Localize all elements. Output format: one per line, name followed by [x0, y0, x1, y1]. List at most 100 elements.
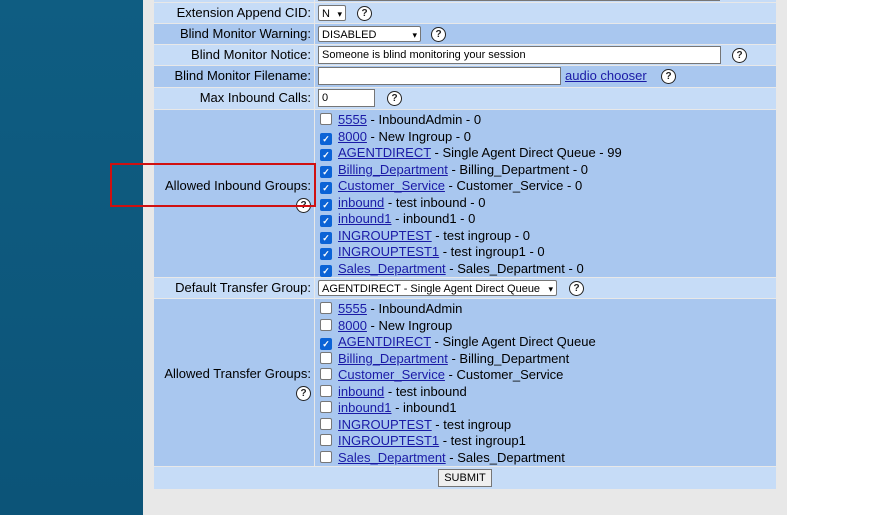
extension-append-cid-value: N	[322, 8, 330, 20]
group-description: - Billing_Department - 0	[447, 161, 589, 177]
help-icon[interactable]: ?	[357, 6, 372, 21]
group-link[interactable]: inbound1	[338, 211, 392, 226]
group-link[interactable]: Sales_Department	[338, 450, 446, 465]
group-link[interactable]: 5555	[338, 112, 367, 127]
group-item: ✓ inbound1 - inbound1 - 0	[320, 211, 475, 227]
left-background	[0, 0, 143, 515]
group-link[interactable]: Billing_Department	[338, 162, 448, 177]
group-checkbox[interactable]	[320, 384, 332, 397]
group-checkbox[interactable]: ✓	[320, 198, 332, 211]
max-inbound-calls-input[interactable]: 0	[318, 89, 375, 107]
group-item: ✓ Billing_Department - Billing_Department…	[320, 162, 588, 178]
max-inbound-calls-label: Max Inbound Calls:	[154, 88, 314, 109]
blind-monitor-warning-select[interactable]: DISABLED ▾	[318, 26, 421, 42]
group-checkbox[interactable]	[320, 417, 332, 430]
group-item: ✓ Sales_Department - Sales_Department - 0	[320, 261, 584, 277]
group-checkbox[interactable]: ✓	[320, 165, 332, 178]
group-link[interactable]: Customer_Service	[338, 367, 445, 382]
group-link[interactable]: 5555	[338, 301, 367, 316]
group-item: ✓ AGENTDIRECT - Single Agent Direct Queue	[320, 334, 596, 350]
row-blind-monitor-notice: Blind Monitor Notice: Someone is blind m…	[154, 45, 776, 65]
group-link[interactable]: 8000	[338, 318, 367, 333]
group-checkbox[interactable]: ✓	[320, 338, 332, 350]
blind-monitor-notice-input[interactable]: Someone is blind monitoring your session	[318, 46, 721, 64]
chevron-down-icon: ▾	[337, 9, 342, 19]
help-icon[interactable]: ?	[661, 69, 676, 84]
help-icon[interactable]: ?	[387, 91, 402, 106]
help-icon[interactable]: ?	[732, 48, 747, 63]
group-checkbox[interactable]: ✓	[320, 215, 332, 227]
group-description: - test ingroup	[431, 416, 512, 432]
group-item: ✓ INGROUPTEST1 - test ingroup1 - 0	[320, 244, 545, 260]
group-checkbox[interactable]	[320, 318, 332, 331]
group-checkbox[interactable]	[320, 113, 332, 125]
group-description: - InboundAdmin	[366, 301, 463, 316]
default-transfer-group-value: AGENTDIRECT - Single Agent Direct Queue	[322, 283, 541, 295]
group-item: 5555 - InboundAdmin	[320, 301, 462, 317]
group-description: - test ingroup1	[439, 433, 526, 448]
group-link[interactable]: INGROUPTEST1	[338, 244, 439, 259]
extension-append-cid-select[interactable]: N ▾	[318, 5, 346, 21]
help-icon[interactable]: ?	[569, 281, 584, 296]
submit-button[interactable]: SUBMIT	[438, 469, 492, 487]
group-checkbox[interactable]	[320, 302, 332, 314]
group-link[interactable]: 8000	[338, 129, 367, 144]
row-extension-append-cid: Extension Append CID: N ▾ ?	[154, 3, 776, 23]
group-item: INGROUPTEST1 - test ingroup1	[320, 433, 526, 449]
group-checkbox[interactable]: ✓	[320, 149, 332, 161]
default-transfer-group-select[interactable]: AGENTDIRECT - Single Agent Direct Queue ▾	[318, 280, 557, 296]
row-blind-monitor-warning: Blind Monitor Warning: DISABLED ▾ ?	[154, 24, 776, 44]
default-transfer-group-label: Default Transfer Group:	[154, 278, 314, 298]
group-link[interactable]: INGROUPTEST	[338, 417, 432, 432]
group-checkbox[interactable]	[320, 401, 332, 413]
group-description: - Customer_Service	[444, 367, 564, 382]
highlight-box	[110, 163, 316, 207]
row-blind-monitor-filename: Blind Monitor Filename: audio chooser ?	[154, 66, 776, 87]
group-checkbox[interactable]: ✓	[320, 264, 332, 277]
audio-chooser-link[interactable]: audio chooser	[565, 68, 647, 83]
group-checkbox[interactable]: ✓	[320, 248, 332, 260]
group-link[interactable]: Billing_Department	[338, 351, 448, 366]
group-item: Billing_Department - Billing_Department	[320, 351, 569, 367]
group-checkbox[interactable]	[320, 450, 332, 463]
group-link[interactable]: INGROUPTEST1	[338, 433, 439, 448]
group-link[interactable]: INGROUPTEST	[338, 228, 432, 243]
group-checkbox[interactable]: ✓	[320, 182, 332, 194]
group-link[interactable]: inbound	[338, 195, 384, 210]
blind-monitor-filename-input[interactable]	[318, 67, 561, 85]
group-item: ✓ 8000 - New Ingroup - 0	[320, 129, 471, 145]
help-icon[interactable]: ?	[431, 27, 446, 42]
previous-row	[154, 0, 776, 2]
group-checkbox[interactable]: ✓	[320, 132, 332, 145]
group-description: - inbound1 - 0	[391, 211, 476, 226]
help-icon[interactable]: ?	[296, 386, 311, 401]
group-checkbox[interactable]	[320, 368, 332, 380]
group-description: - Sales_Department - 0	[445, 260, 584, 276]
group-checkbox[interactable]: ✓	[320, 231, 332, 244]
group-description: - New Ingroup - 0	[366, 128, 471, 144]
group-link[interactable]: inbound	[338, 384, 384, 399]
group-description: - test ingroup - 0	[431, 227, 530, 243]
group-link[interactable]: AGENTDIRECT	[338, 334, 431, 349]
chevron-down-icon: ▾	[548, 284, 553, 294]
group-description: - Sales_Department	[445, 449, 565, 465]
transfer-groups-list: 5555 - InboundAdmin 8000 - New Ingroup ✓ AG…	[315, 299, 776, 466]
group-link[interactable]: AGENTDIRECT	[338, 145, 431, 160]
group-item: 5555 - InboundAdmin - 0	[320, 112, 481, 128]
group-description: - Customer_Service - 0	[444, 178, 583, 193]
previous-field[interactable]	[318, 0, 720, 1]
group-checkbox[interactable]	[320, 351, 332, 364]
group-description: - test inbound	[384, 383, 467, 399]
right-background	[787, 0, 878, 515]
group-item: inbound1 - inbound1	[320, 400, 457, 416]
group-description: - New Ingroup	[366, 317, 453, 333]
group-description: - test ingroup1 - 0	[439, 244, 545, 259]
blind-monitor-warning-label: Blind Monitor Warning:	[154, 24, 314, 44]
group-link[interactable]: inbound1	[338, 400, 392, 415]
group-link[interactable]: Sales_Department	[338, 261, 446, 276]
group-link[interactable]: Customer_Service	[338, 178, 445, 193]
blind-monitor-filename-label: Blind Monitor Filename:	[154, 66, 314, 87]
group-checkbox[interactable]	[320, 434, 332, 446]
group-description: - inbound1	[391, 400, 457, 415]
group-item: INGROUPTEST - test ingroup	[320, 417, 511, 433]
